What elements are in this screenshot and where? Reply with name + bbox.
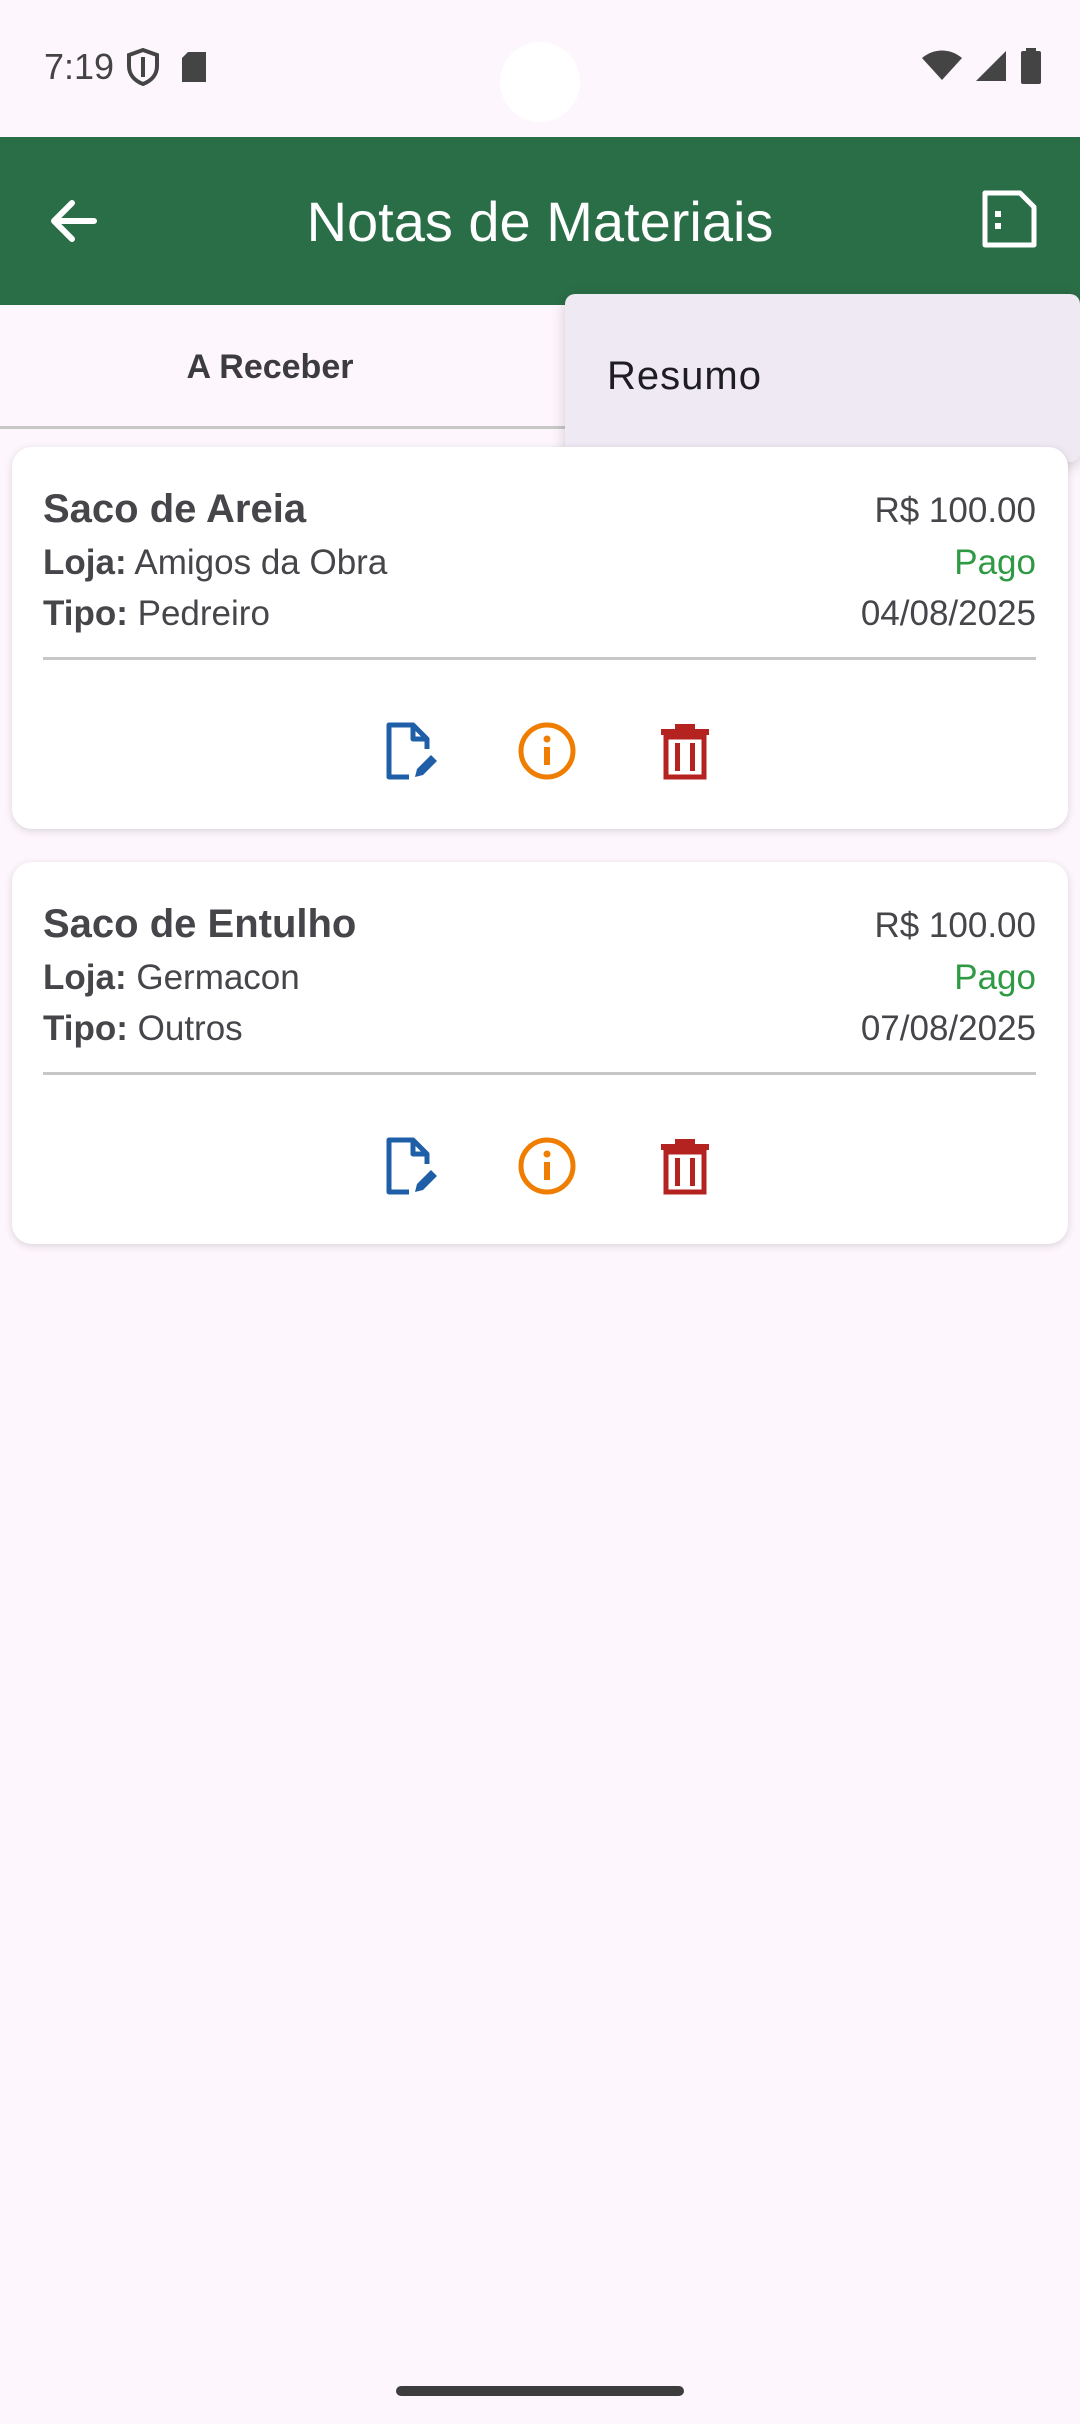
card-store-row: Loja: Germacon — [43, 958, 300, 998]
material-note-card[interactable]: Saco de Entulho R$ 100.00 Loja: Germacon… — [12, 862, 1068, 1244]
material-note-card[interactable]: Saco de Areia R$ 100.00 Loja: Amigos da … — [12, 447, 1068, 829]
status-badge: Pago — [954, 543, 1036, 582]
status-bar: 7:19 — [0, 0, 1080, 137]
info-icon — [518, 1137, 576, 1195]
info-icon — [518, 722, 576, 780]
store-label: Loja: — [43, 958, 127, 997]
card-divider — [43, 1072, 1036, 1075]
edit-button[interactable] — [379, 1134, 443, 1198]
summary-button[interactable] — [976, 187, 1042, 253]
card-type-row: Tipo: Pedreiro — [43, 594, 270, 634]
app-bar: Notas de Materiais — [0, 137, 1080, 305]
store-value: Amigos da Obra — [134, 543, 388, 582]
delete-button[interactable] — [653, 719, 717, 783]
camera-cutout — [500, 42, 580, 122]
vpn-shield-icon — [126, 47, 160, 91]
store-value: Germacon — [136, 958, 300, 997]
edit-document-icon — [386, 722, 437, 780]
home-indicator[interactable] — [396, 2386, 684, 2396]
store-label: Loja: — [43, 543, 127, 582]
trash-icon — [661, 724, 709, 780]
info-button[interactable] — [515, 719, 579, 783]
type-value: Pedreiro — [137, 594, 270, 633]
card-title: Saco de Areia — [43, 487, 307, 531]
tab-a-receber[interactable]: A Receber — [0, 305, 540, 429]
card-store-row: Loja: Amigos da Obra — [43, 543, 387, 583]
delete-button[interactable] — [653, 1134, 717, 1198]
card-date: 04/08/2025 — [860, 594, 1036, 633]
menu-item-resumo[interactable]: Resumo — [607, 354, 762, 399]
page-title: Notas de Materiais — [306, 190, 774, 253]
battery-icon — [1020, 48, 1042, 89]
tab-a-receber-label: A Receber — [186, 347, 354, 386]
edit-document-icon — [386, 1137, 437, 1195]
summary-document-icon — [982, 190, 1037, 248]
status-time: 7:19 — [44, 46, 115, 87]
card-date: 07/08/2025 — [860, 1009, 1036, 1048]
sd-card-icon — [180, 50, 208, 89]
card-value: R$ 100.00 — [874, 906, 1036, 945]
wifi-icon — [922, 50, 962, 87]
card-actions — [12, 719, 1068, 783]
type-label: Tipo: — [43, 1009, 128, 1048]
card-value: R$ 100.00 — [874, 491, 1036, 530]
card-divider — [43, 657, 1036, 660]
status-badge: Pago — [954, 958, 1036, 997]
info-button[interactable] — [515, 1134, 579, 1198]
signal-icon — [974, 49, 1008, 88]
overflow-menu: Resumo — [565, 294, 1080, 462]
type-label: Tipo: — [43, 594, 128, 633]
card-type-row: Tipo: Outros — [43, 1009, 243, 1049]
card-actions — [12, 1134, 1068, 1198]
card-title: Saco de Entulho — [43, 902, 357, 946]
trash-icon — [661, 1139, 709, 1195]
edit-button[interactable] — [379, 719, 443, 783]
type-value: Outros — [137, 1009, 243, 1048]
